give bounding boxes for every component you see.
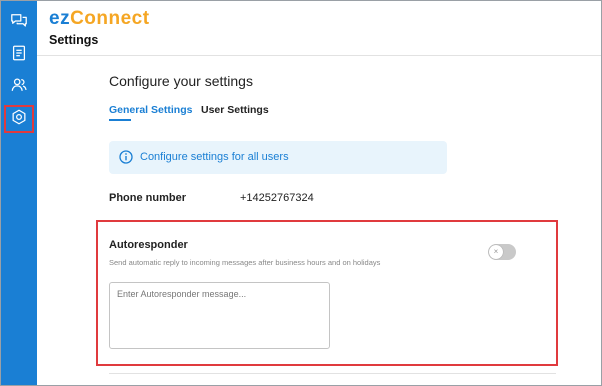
document-icon	[10, 44, 28, 67]
chat-icon	[10, 12, 28, 35]
page-title: Settings	[49, 33, 99, 47]
sidebar	[1, 1, 37, 385]
autoresponder-description: Send automatic reply to incoming message…	[109, 258, 381, 267]
sidebar-item-settings[interactable]	[4, 105, 34, 133]
close-icon: ×	[493, 247, 499, 256]
sidebar-item-reports[interactable]	[4, 41, 34, 69]
sidebar-item-conversations[interactable]	[4, 9, 34, 37]
logo-prefix: ez	[49, 8, 71, 29]
users-icon	[10, 76, 28, 99]
phone-number-value: +14252767324	[240, 192, 314, 204]
tab-general-settings[interactable]: General Settings	[109, 104, 192, 116]
section-title: Configure your settings	[109, 73, 253, 89]
autoresponder-message-input[interactable]	[109, 282, 330, 349]
app-logo: ezConnect	[49, 8, 150, 30]
tab-user-settings[interactable]: User Settings	[201, 104, 269, 116]
phone-number-label: Phone number	[109, 192, 187, 204]
active-tab-indicator	[109, 119, 131, 121]
gear-icon	[10, 108, 28, 131]
toggle-knob: ×	[489, 245, 503, 259]
info-banner-text: Configure settings for all users	[140, 151, 289, 163]
logo-suffix: Connect	[70, 8, 150, 29]
info-banner: Configure settings for all users	[109, 141, 447, 174]
autoresponder-title: Autoresponder	[109, 239, 188, 251]
info-icon	[119, 150, 133, 164]
app-window: ezConnect Settings Configure your settin…	[0, 0, 602, 386]
section-divider	[109, 373, 556, 374]
sidebar-item-users[interactable]	[4, 73, 34, 101]
header-divider	[37, 55, 601, 56]
autoresponder-toggle[interactable]: ×	[488, 244, 516, 260]
